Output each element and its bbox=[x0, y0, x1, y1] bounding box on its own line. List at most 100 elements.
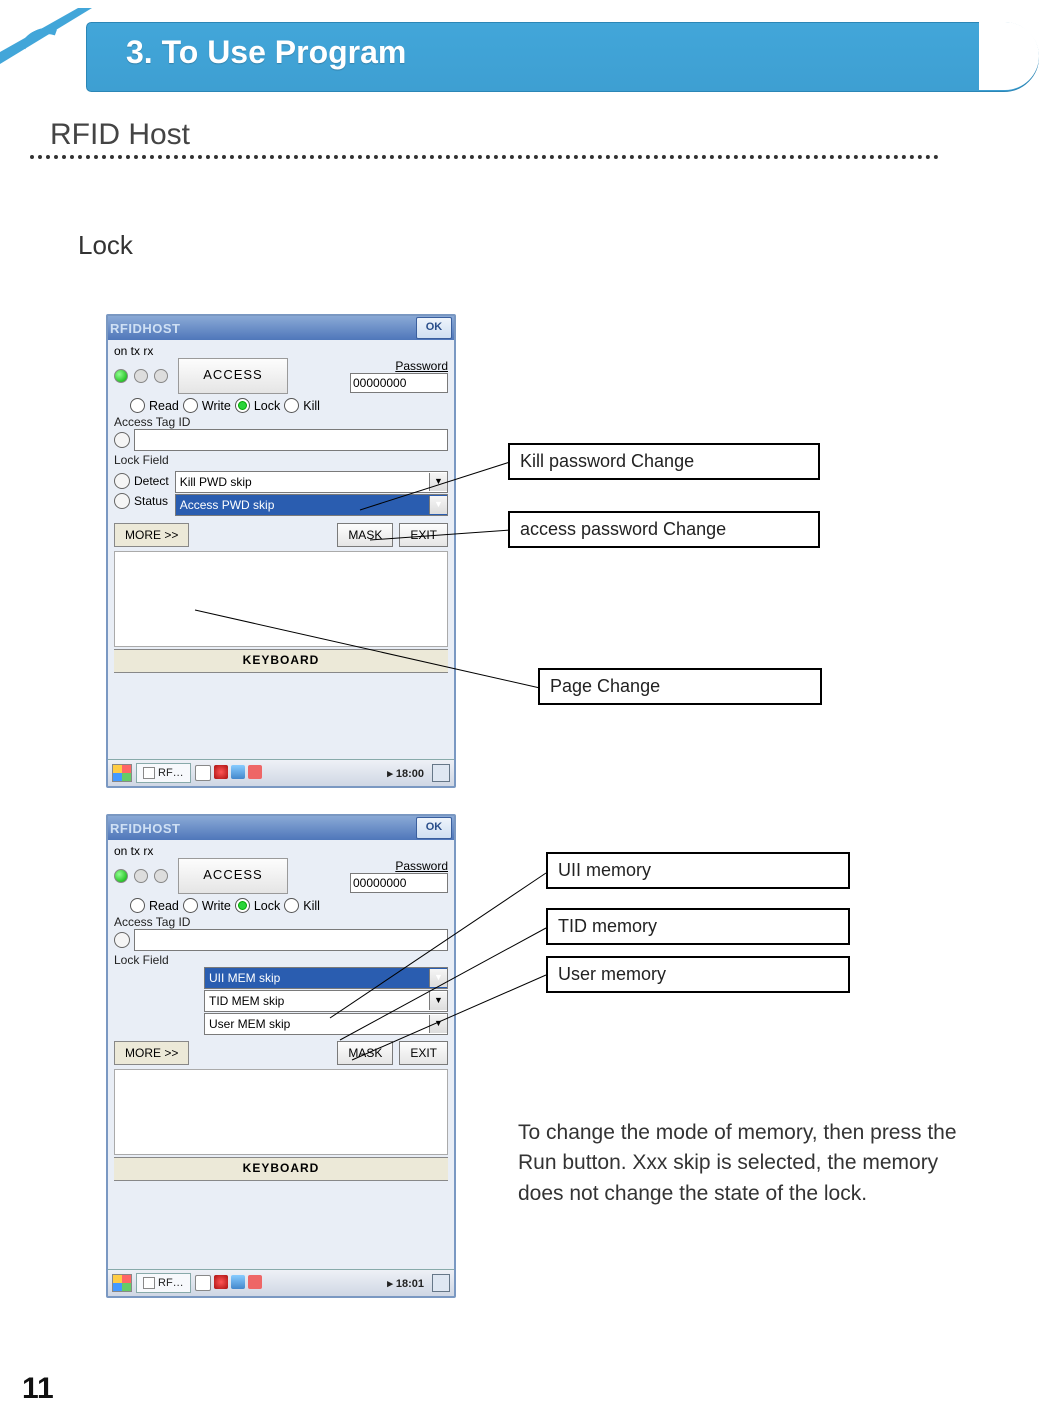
tray-icon[interactable] bbox=[214, 1275, 228, 1289]
chapter-title: 3. To Use Program bbox=[126, 34, 406, 71]
radio-read[interactable] bbox=[130, 898, 145, 913]
radio-lock[interactable] bbox=[235, 898, 250, 913]
tagid-toggle[interactable] bbox=[114, 932, 130, 948]
access-tag-id-label: Access Tag ID bbox=[114, 415, 448, 429]
radio-kill[interactable] bbox=[284, 398, 299, 413]
lock-field-label: Lock Field bbox=[114, 953, 448, 967]
taskbar: RF… ▸ 18:01 bbox=[108, 1269, 454, 1296]
window-body: on tx rx ACCESS Password Read Write Lock… bbox=[108, 840, 454, 1181]
chevron-down-icon: ▼ bbox=[429, 496, 447, 514]
brand-logo bbox=[0, 8, 92, 108]
subsection-title: Lock bbox=[78, 230, 133, 261]
radio-read[interactable] bbox=[130, 398, 145, 413]
radio-lock[interactable] bbox=[235, 398, 250, 413]
tray-icon[interactable] bbox=[248, 765, 262, 779]
tray-icon[interactable] bbox=[231, 1275, 245, 1289]
lock-field-label: Lock Field bbox=[114, 453, 448, 467]
start-icon[interactable] bbox=[112, 764, 132, 782]
led-on-icon bbox=[114, 369, 128, 383]
led-rx-icon bbox=[154, 369, 168, 383]
led-indicators bbox=[114, 369, 168, 383]
led-header: on tx rx bbox=[114, 344, 448, 358]
window-title-bar: RFIDHOST OK bbox=[108, 316, 454, 340]
status-toggle[interactable] bbox=[114, 493, 130, 509]
keyboard-button[interactable]: KEYBOARD bbox=[114, 1157, 448, 1181]
page-number: 11 bbox=[22, 1372, 54, 1406]
log-area bbox=[114, 1069, 448, 1155]
radio-write[interactable] bbox=[183, 898, 198, 913]
taskbar: RF… ▸ 18:00 bbox=[108, 759, 454, 786]
led-rx-icon bbox=[154, 869, 168, 883]
tray-icon[interactable] bbox=[195, 1275, 211, 1291]
mode-radio-group: Read Write Lock Kill bbox=[130, 898, 448, 913]
led-tx-icon bbox=[134, 369, 148, 383]
callout-uii-memory: UII memory bbox=[546, 852, 850, 889]
desktop-icon[interactable] bbox=[432, 1274, 450, 1292]
tray-icons bbox=[195, 1275, 262, 1291]
lockfield-dropdown-1[interactable]: UII MEM skip▼ bbox=[204, 967, 448, 989]
callout-user-memory: User memory bbox=[546, 956, 850, 993]
callout-access-password: access password Change bbox=[508, 511, 820, 548]
exit-button[interactable]: EXIT bbox=[399, 523, 448, 547]
clock: ▸ 18:00 bbox=[387, 767, 424, 780]
tagid-toggle[interactable] bbox=[114, 432, 130, 448]
radio-kill[interactable] bbox=[284, 898, 299, 913]
lockfield-dropdown-2[interactable]: TID MEM skip▼ bbox=[204, 990, 448, 1012]
task-item[interactable]: RF… bbox=[136, 1273, 191, 1293]
ok-button[interactable]: OK bbox=[416, 817, 452, 839]
callout-tid-memory: TID memory bbox=[546, 908, 850, 945]
exit-button[interactable]: EXIT bbox=[399, 1041, 448, 1065]
password-input[interactable] bbox=[350, 373, 448, 393]
lockfield-dropdown-1[interactable]: Kill PWD skip▼ bbox=[175, 471, 448, 493]
divider-dotted bbox=[30, 155, 939, 159]
section-title: RFID Host bbox=[50, 118, 190, 152]
log-area bbox=[114, 551, 448, 647]
task-item[interactable]: RF… bbox=[136, 763, 191, 783]
led-tx-icon bbox=[134, 869, 148, 883]
chapter-header: 3. To Use Program bbox=[0, 22, 1039, 90]
tray-icons bbox=[195, 765, 262, 781]
radio-write[interactable] bbox=[183, 398, 198, 413]
led-indicators bbox=[114, 869, 168, 883]
callout-kill-password: Kill password Change bbox=[508, 443, 820, 480]
mask-button[interactable]: MASK bbox=[337, 1041, 393, 1065]
access-tag-id-input[interactable] bbox=[134, 429, 448, 451]
tray-icon[interactable] bbox=[195, 765, 211, 781]
description-text: To change the mode of memory, then press… bbox=[518, 1118, 978, 1209]
start-icon[interactable] bbox=[112, 1274, 132, 1292]
window-title: RFIDHOST bbox=[110, 821, 180, 836]
tray-icon[interactable] bbox=[231, 765, 245, 779]
keyboard-button[interactable]: KEYBOARD bbox=[114, 649, 448, 673]
led-on-icon bbox=[114, 869, 128, 883]
window-title: RFIDHOST bbox=[110, 321, 180, 336]
detect-toggle[interactable] bbox=[114, 473, 130, 489]
mode-radio-group: Read Write Lock Kill bbox=[130, 398, 448, 413]
chevron-down-icon: ▼ bbox=[429, 992, 447, 1010]
access-button[interactable]: ACCESS bbox=[178, 358, 288, 394]
device-screenshot-1: RFIDHOST OK on tx rx ACCESS Password Rea… bbox=[106, 314, 456, 788]
manual-page: 3. To Use Program RFID Host Lock RFIDHOS… bbox=[0, 0, 1039, 1428]
password-label: Password bbox=[395, 359, 448, 373]
access-button[interactable]: ACCESS bbox=[178, 858, 288, 894]
clock: ▸ 18:01 bbox=[387, 1277, 424, 1290]
chevron-down-icon: ▼ bbox=[429, 1015, 447, 1033]
led-header: on tx rx bbox=[114, 844, 448, 858]
tray-icon[interactable] bbox=[214, 765, 228, 779]
callout-page-change: Page Change bbox=[538, 668, 822, 705]
chevron-down-icon: ▼ bbox=[429, 969, 447, 987]
password-label: Password bbox=[395, 859, 448, 873]
chevron-down-icon: ▼ bbox=[429, 473, 447, 491]
desktop-icon[interactable] bbox=[432, 764, 450, 782]
window-body: on tx rx ACCESS Password Read Write Lock… bbox=[108, 340, 454, 673]
more-button[interactable]: MORE >> bbox=[114, 523, 189, 547]
access-tag-id-input[interactable] bbox=[134, 929, 448, 951]
lockfield-dropdown-2[interactable]: Access PWD skip▼ bbox=[175, 494, 448, 516]
window-title-bar: RFIDHOST OK bbox=[108, 816, 454, 840]
ok-button[interactable]: OK bbox=[416, 317, 452, 339]
lockfield-dropdown-3[interactable]: User MEM skip▼ bbox=[204, 1013, 448, 1035]
more-button[interactable]: MORE >> bbox=[114, 1041, 189, 1065]
tray-icon[interactable] bbox=[248, 1275, 262, 1289]
mask-button[interactable]: MASK bbox=[337, 523, 393, 547]
access-tag-id-label: Access Tag ID bbox=[114, 915, 448, 929]
password-input[interactable] bbox=[350, 873, 448, 893]
